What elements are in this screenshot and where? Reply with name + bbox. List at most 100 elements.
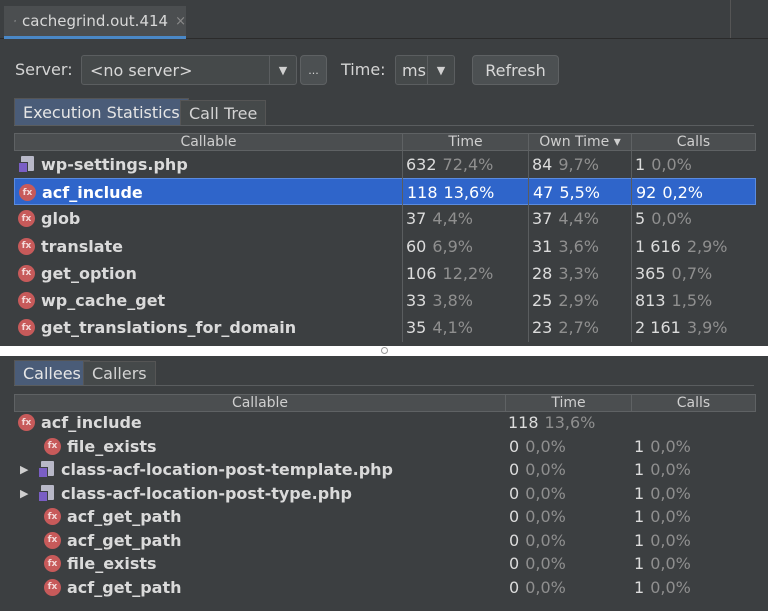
time-cell: 0 0,0% <box>509 505 609 528</box>
time-value: 60 <box>406 236 427 256</box>
calls-cell: 1 616 2,9% <box>635 233 727 260</box>
callable-name: translate <box>41 236 124 256</box>
callable-name: class-acf-location-post-type.php <box>61 483 352 503</box>
callable-name: file_exists <box>67 436 157 456</box>
chevron-down-icon[interactable]: ▼ <box>269 56 296 84</box>
time-cell: 33 3,8% <box>406 287 473 314</box>
tree-row[interactable]: fx file_exists 0 0,0% 1 0,0% <box>14 435 756 458</box>
time-cell: 118 13,6% <box>407 179 494 206</box>
calls-value: 1 <box>634 483 645 503</box>
calls-cell: 2 161 3,9% <box>635 314 727 341</box>
time-unit-select[interactable]: ms ▼ <box>395 55 455 85</box>
time-percent: 12,2% <box>442 263 494 283</box>
table-row[interactable]: fx glob 37 4,4% 37 4,4% 5 0,0% <box>14 205 756 232</box>
calls-cell: 1 0,0% <box>634 576 691 599</box>
tab-execution-statistics[interactable]: Execution Statistics <box>14 98 189 125</box>
column-header-calls[interactable]: Calls <box>632 134 755 150</box>
time-value: 632 <box>406 155 437 174</box>
table-row[interactable]: fx get_translations_for_domain 35 4,1% 23 2,7… <box>14 314 756 341</box>
calls-percent: 1,5% <box>671 291 713 310</box>
own-time-percent: 3,3% <box>558 263 600 283</box>
calls-cell: 365 0,7% <box>635 260 712 287</box>
function-icon: fx <box>18 264 35 282</box>
column-header-callable[interactable]: Callable <box>15 134 403 150</box>
own-time-value: 37 <box>532 209 553 229</box>
calls-percent: 0,0% <box>650 460 691 479</box>
callable-name: get_translations_for_domain <box>41 318 297 338</box>
calls-percent: 2,9% <box>686 236 728 256</box>
panel-splitter[interactable] <box>0 346 768 356</box>
tab-callers[interactable]: Callers <box>83 361 156 385</box>
file-tab[interactable]: cachegrind.out.414 × <box>4 6 186 39</box>
calls-percent: 3,9% <box>686 318 728 338</box>
callable-name: glob <box>41 209 81 229</box>
own-time-percent: 3,6% <box>558 236 600 256</box>
time-cell: 632 72,4% <box>406 151 493 178</box>
column-header-own-time[interactable]: Own Time ▾ <box>529 134 632 150</box>
calls-cell: 1 0,0% <box>634 552 691 575</box>
close-icon[interactable]: × <box>175 14 186 29</box>
callable-cell: fx glob <box>18 205 80 232</box>
file-tab-title: cachegrind.out.414 <box>22 12 169 30</box>
table-row[interactable]: fx wp_cache_get 33 3,8% 25 2,9% 813 1,5% <box>14 287 756 314</box>
callable-name: wp_cache_get <box>41 291 166 310</box>
php-file-icon <box>38 461 55 478</box>
expand-arrow-icon[interactable]: ▶ <box>20 487 38 500</box>
calls-cell: 1 0,0% <box>634 529 691 552</box>
server-select[interactable]: <no server> ▼ <box>81 55 297 85</box>
time-cell: 0 0,0% <box>509 482 609 505</box>
server-settings-button[interactable]: ... <box>300 55 327 85</box>
tree-row[interactable]: fx acf_get_path 0 0,0% 1 0,0% <box>14 576 756 599</box>
column-divider <box>402 151 403 342</box>
tab-underline <box>14 125 754 126</box>
time-percent: 0,0% <box>525 436 566 456</box>
column-header-callable[interactable]: Callable <box>15 395 506 411</box>
column-header-calls[interactable]: Calls <box>632 395 755 411</box>
time-percent: 13,6% <box>443 183 495 203</box>
expand-arrow-icon[interactable]: ▶ <box>20 463 38 476</box>
function-icon: fx <box>18 414 35 431</box>
callable-name: wp-settings.php <box>41 155 188 174</box>
table-row[interactable]: fx acf_include 118 13,6% 47 5,5% 92 0,2% <box>14 178 756 206</box>
time-unit-value: ms <box>402 60 426 80</box>
callable-cell: fx acf_include <box>18 411 142 434</box>
function-icon: fx <box>18 210 35 228</box>
table-row[interactable]: wp-settings.php 632 72,4% 84 9,7% 1 0,0% <box>14 151 756 178</box>
calls-percent: 0,0% <box>650 436 691 456</box>
calls-value: 2 161 <box>635 318 681 338</box>
time-percent: 0,0% <box>525 577 566 597</box>
refresh-button[interactable]: Refresh <box>472 55 559 85</box>
calls-percent: 0,0% <box>651 209 692 229</box>
time-value: 118 <box>407 183 438 203</box>
time-value: 33 <box>406 291 427 310</box>
tree-root-row[interactable]: fx acf_include 118 13,6% <box>14 411 756 434</box>
time-cell: 0 0,0% <box>509 552 609 575</box>
chevron-down-icon[interactable]: ▼ <box>427 56 454 84</box>
tree-row[interactable]: ▶ class-acf-location-post-template.php 0 0,… <box>14 458 756 481</box>
tree-row[interactable]: fx acf_get_path 0 0,0% 1 0,0% <box>14 505 756 528</box>
own-time-percent: 2,7% <box>558 318 600 338</box>
tab-call-tree[interactable]: Call Tree <box>180 100 267 125</box>
splitter-handle-icon[interactable] <box>381 347 388 354</box>
time-percent: 0,0% <box>525 483 566 503</box>
stats-table-header: Callable Time Own Time ▾ Calls <box>14 133 756 151</box>
callable-cell: fx acf_get_path <box>20 505 181 528</box>
table-row[interactable]: fx translate 60 6,9% 31 3,6% 1 616 2,9% <box>14 233 756 260</box>
time-percent: 0,0% <box>525 507 566 526</box>
calls-value: 5 <box>635 209 646 229</box>
calls-value: 1 <box>634 507 645 526</box>
callable-cell: wp-settings.php <box>18 151 188 178</box>
tab-callees[interactable]: Callees <box>14 360 90 385</box>
own-time-percent: 5,5% <box>559 183 601 203</box>
time-percent: 6,9% <box>432 236 474 256</box>
time-value: 118 <box>508 413 539 432</box>
table-row[interactable]: fx get_option 106 12,2% 28 3,3% 365 0,7% <box>14 260 756 287</box>
column-header-time[interactable]: Time <box>506 395 632 411</box>
tree-row[interactable]: fx file_exists 0 0,0% 1 0,0% <box>14 552 756 575</box>
own-time-cell: 23 2,7% <box>532 314 599 341</box>
tree-row[interactable]: ▶ class-acf-location-post-type.php 0 0,0% 1 0… <box>14 482 756 505</box>
callable-name: get_option <box>41 263 137 283</box>
callable-cell: fx get_option <box>18 260 137 287</box>
tree-row[interactable]: fx acf_get_path 0 0,0% 1 0,0% <box>14 529 756 552</box>
column-header-time[interactable]: Time <box>403 134 529 150</box>
